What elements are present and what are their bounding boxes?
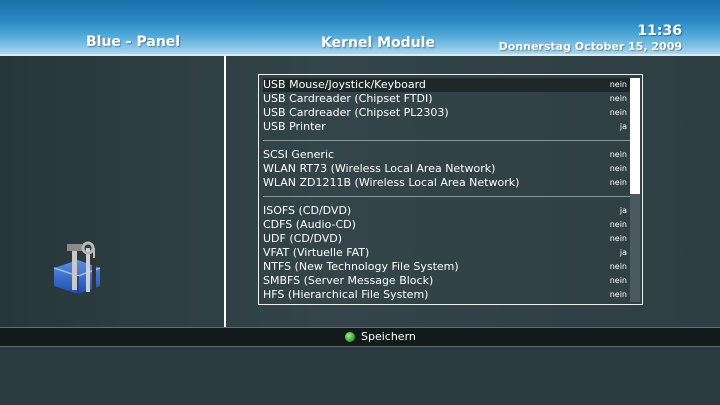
module-row[interactable]: VFAT (Virtuelle FAT) ja <box>263 246 630 260</box>
panel-title: Blue - Panel <box>86 34 181 50</box>
save-button-label[interactable]: Speichern <box>361 330 416 343</box>
bottom-area <box>0 347 720 405</box>
module-label: SMBFS (Server Message Block) <box>263 274 434 287</box>
module-label: USB Cardreader (Chipset PL2303) <box>263 106 449 119</box>
module-label: UDF (CD/DVD) <box>263 232 343 245</box>
module-label: USB Printer <box>263 120 326 133</box>
module-status: ja <box>619 206 627 215</box>
module-row[interactable]: SMBFS (Server Message Block) nein <box>263 274 630 288</box>
page-title: Kernel Module <box>321 35 435 51</box>
module-status: nein <box>609 290 627 299</box>
module-label: WLAN RT73 (Wireless Local Area Network) <box>263 162 496 175</box>
module-row[interactable]: USB Printer ja <box>263 120 630 134</box>
module-row[interactable]: NTFS (New Technology File System) nein <box>263 260 630 274</box>
module-row[interactable]: CDFS (Audio-CD) nein <box>263 218 630 232</box>
module-label: USB Mouse/Joystick/Keyboard <box>263 78 426 91</box>
module-row[interactable]: USB Mouse/Joystick/Keyboard nein <box>263 78 630 92</box>
module-row[interactable]: SCSI Generic nein <box>263 148 630 162</box>
module-row[interactable]: WLAN ZD1211B (Wireless Local Area Networ… <box>263 176 630 190</box>
module-status: nein <box>609 94 627 103</box>
module-label: ISOFS (CD/DVD) <box>263 204 352 217</box>
module-label: VFAT (Virtuelle FAT) <box>263 246 370 259</box>
module-row[interactable]: UDF (CD/DVD) nein <box>263 232 630 246</box>
module-label: NTFS (New Technology File System) <box>263 260 459 273</box>
module-label: WLAN ZD1211B (Wireless Local Area Networ… <box>263 176 520 189</box>
module-status: nein <box>609 164 627 173</box>
module-status: nein <box>609 262 627 271</box>
footer-bar <box>0 327 720 347</box>
date-label: Donnerstag October 15, 2009 <box>498 40 682 53</box>
module-label: SCSI Generic <box>263 148 335 161</box>
scrollbar-thumb[interactable] <box>630 78 640 194</box>
module-row[interactable]: HFS (Hierarchical File System) nein <box>263 288 630 302</box>
module-status: nein <box>609 150 627 159</box>
module-status: nein <box>609 80 627 89</box>
module-status: ja <box>619 248 627 257</box>
vertical-divider <box>224 56 226 327</box>
module-label: HFS (Hierarchical File System) <box>263 288 429 301</box>
scrollbar[interactable] <box>630 78 640 302</box>
module-row[interactable]: WLAN RT73 (Wireless Local Area Network) n… <box>263 162 630 176</box>
group-separator <box>263 140 630 141</box>
module-status: nein <box>609 220 627 229</box>
module-label: CDFS (Audio-CD) <box>263 218 356 231</box>
group-separator <box>263 196 630 197</box>
module-row[interactable]: ISOFS (CD/DVD) ja <box>263 204 630 218</box>
module-row[interactable]: USB Cardreader (Chipset FTDI) nein <box>263 92 630 106</box>
tools-icon <box>53 241 101 294</box>
module-status: nein <box>609 178 627 187</box>
module-row[interactable]: USB Cardreader (Chipset PL2303) nein <box>263 106 630 120</box>
green-button-icon[interactable] <box>345 332 355 342</box>
module-status: nein <box>609 276 627 285</box>
module-status: nein <box>609 108 627 117</box>
module-status: nein <box>609 234 627 243</box>
clock: 11:36 <box>637 23 682 39</box>
module-status: ja <box>619 122 627 131</box>
module-label: USB Cardreader (Chipset FTDI) <box>263 92 433 105</box>
